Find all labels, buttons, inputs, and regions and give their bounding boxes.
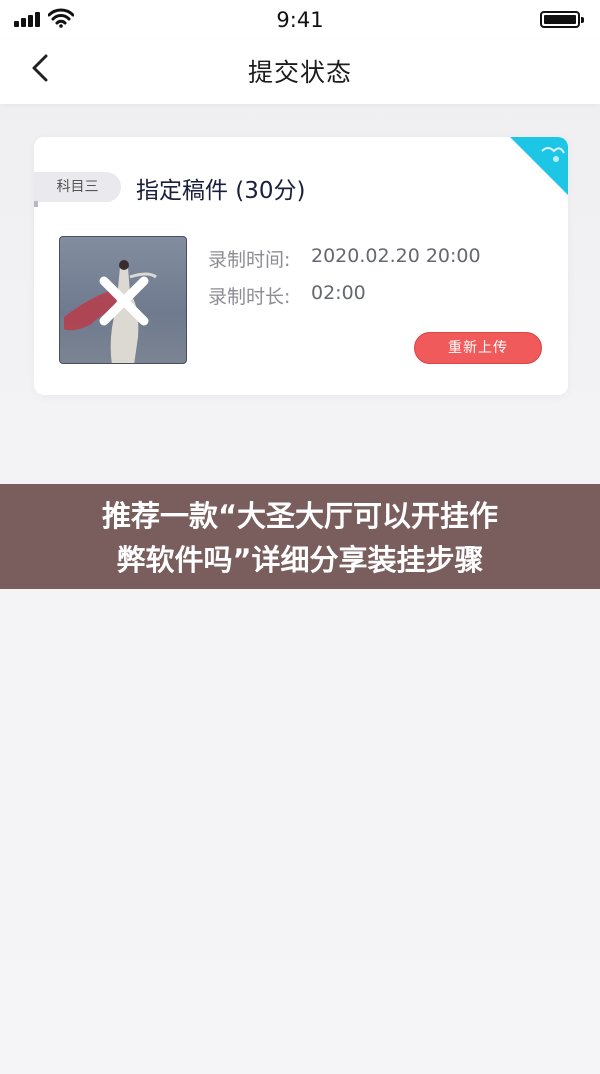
subject-tag: 科目三 (34, 172, 121, 202)
record-time-label: 录制时间: (208, 249, 291, 271)
status-time: 9:41 (276, 8, 324, 32)
banner-line-2: 弊软件吗”详细分享装挂步骤 (116, 543, 484, 577)
overlay-banner: 推荐一款“大圣大厅可以开挂作 弊软件吗”详细分享装挂步骤 (0, 484, 600, 589)
banner-line-1: 推荐一款“大圣大厅可以开挂作 (101, 499, 499, 533)
corner-ribbon-icon (510, 137, 568, 195)
record-time-value: 2020.02.20 20:00 (311, 245, 481, 267)
status-bar: 9:41 (0, 0, 600, 40)
page-title: 提交状态 (247, 58, 352, 87)
subject-tag-fold (34, 201, 38, 207)
record-duration-label: 录制时长: (208, 286, 291, 308)
task-title: 指定稿件 (30分) (136, 178, 306, 204)
close-icon[interactable] (96, 273, 152, 329)
reupload-button[interactable]: 重新上传 (414, 332, 542, 364)
video-thumbnail[interactable] (59, 236, 187, 364)
record-duration-value: 02:00 (311, 282, 366, 304)
nav-bar: 提交状态 (0, 40, 600, 104)
submission-card: 科目三 指定稿件 (30分) 录制时间: 2020.02.20 20:00 录制… (34, 137, 568, 395)
battery-icon (540, 11, 584, 28)
